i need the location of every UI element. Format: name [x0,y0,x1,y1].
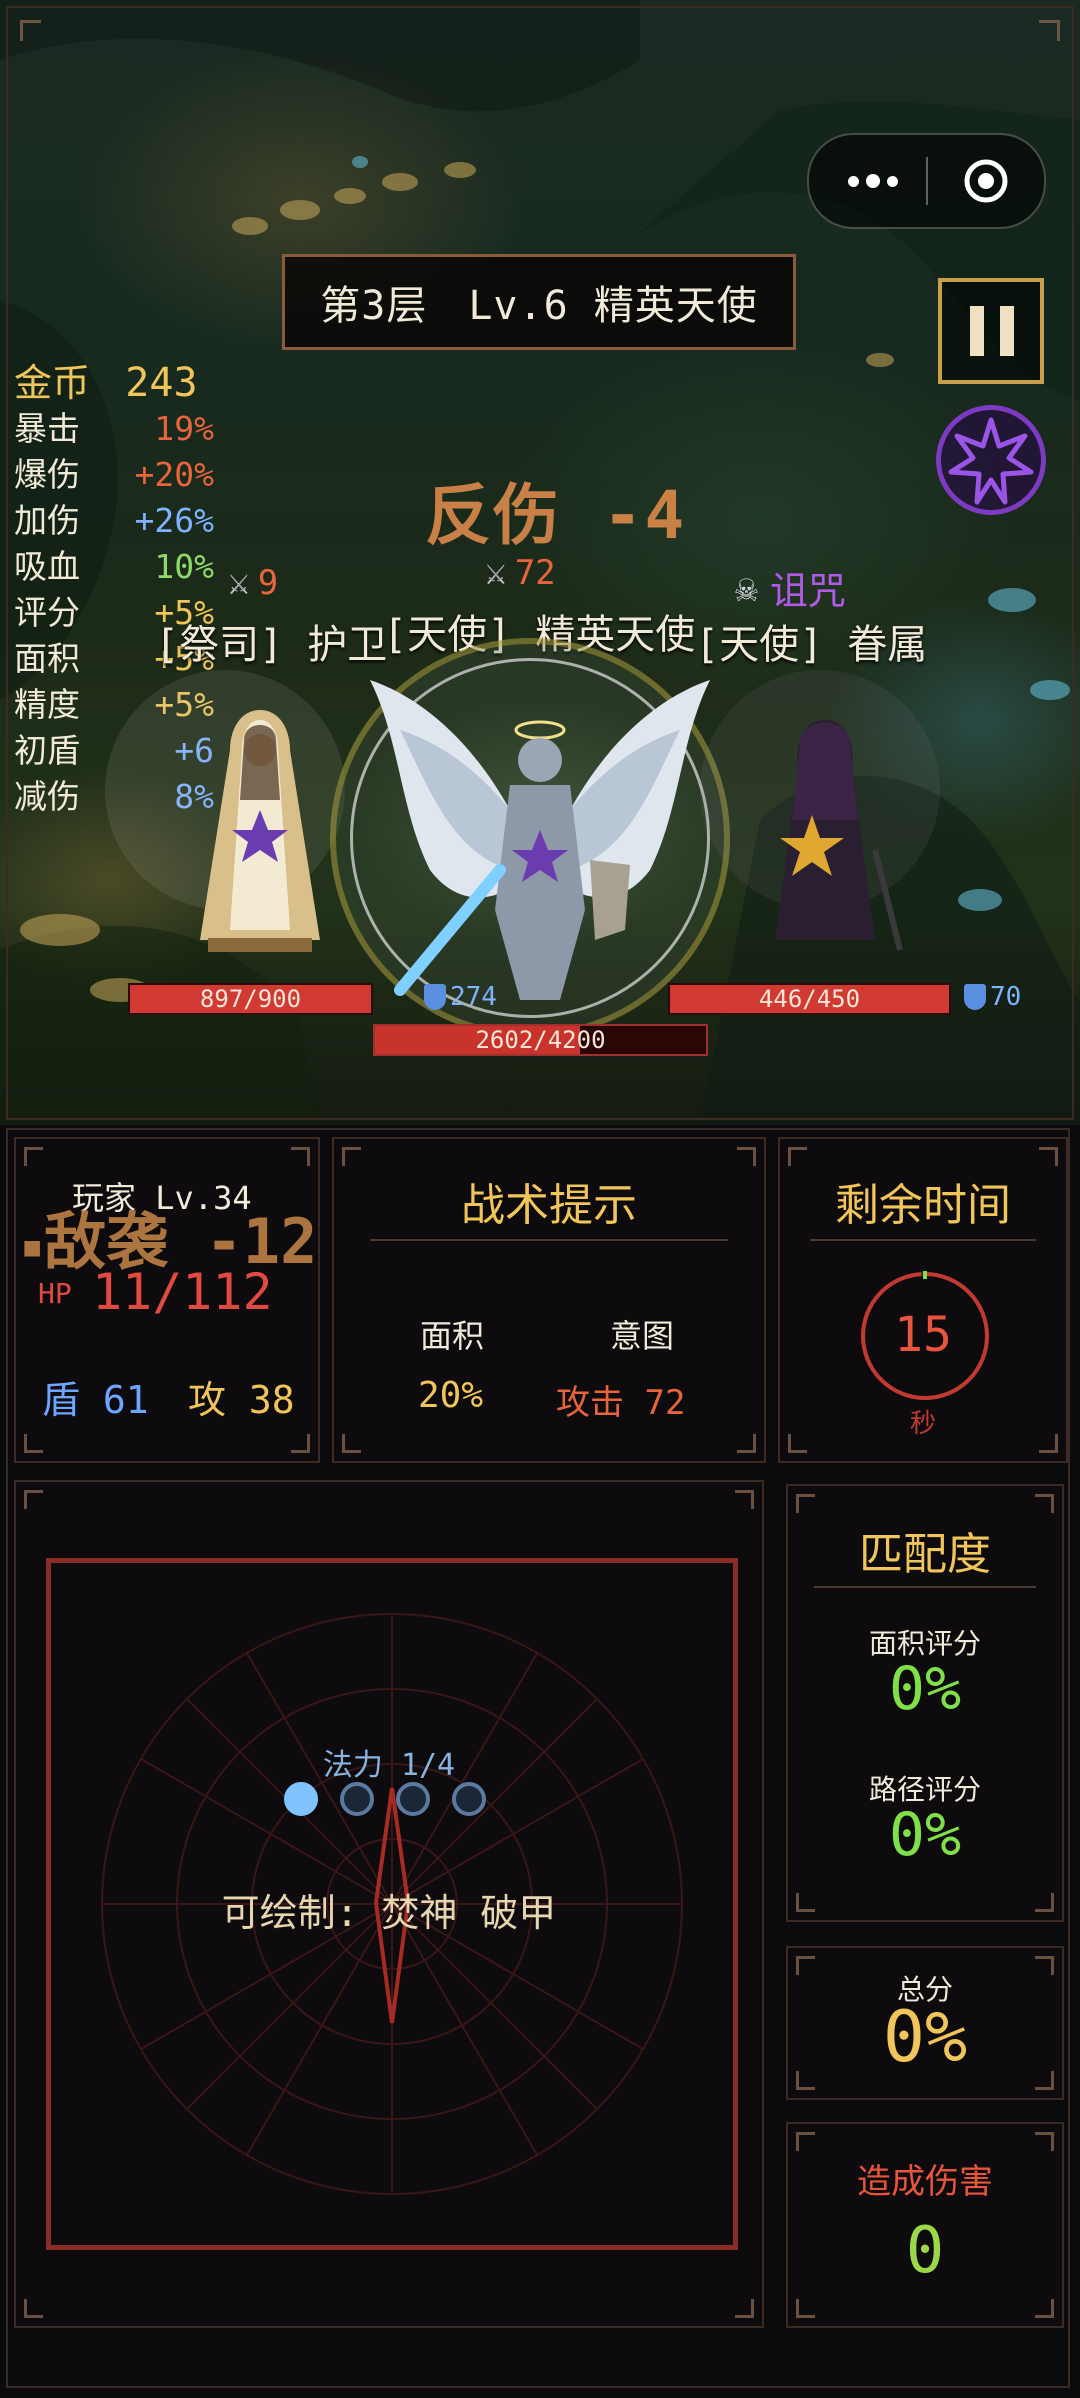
mana-orb [396,1782,430,1816]
enemy-1-attack-value: 9 [257,562,279,603]
enemy-1-hp-bar: 897/900 [128,983,373,1015]
tactics-panel: 战术提示 面积 20% 意图 攻击 72 [332,1137,766,1463]
elite-angel-sprite[interactable] [360,660,720,1020]
enemy-1-attack: ⚔ 9 [228,562,278,603]
timer-title: 剩余时间 [835,1180,1011,1231]
enemy-3-hp-bar: 446/450 [668,983,951,1015]
enemy-2-attack-value: 72 [514,552,556,593]
stat-label: 加伤 [14,501,80,540]
stat-row: 爆伤 +20% [14,452,214,498]
floor-banner: 第3层 Lv.6 精英天使 [282,254,796,350]
damage-value: 0 [905,2214,945,2288]
enemy-1-hp-text: 897/900 [199,985,302,1013]
damage-panel: 造成伤害 0 [786,2122,1064,2328]
shield-icon [964,984,986,1010]
shield-value: 61 [102,1378,149,1422]
intent-label: 意图 [610,1317,675,1355]
match-title: 匹配度 [859,1529,991,1580]
stat-label: 吸血 [14,547,80,586]
floor-banner-text: 第3层 Lv.6 精英天使 [320,283,758,329]
more-menu-button[interactable] [843,159,903,203]
intent-value: 攻击 72 [556,1383,686,1423]
player-hp-value: 11/112 [92,1263,273,1321]
stat-value: 10% [154,547,214,586]
enemy-3-status-text: 诅咒 [769,569,846,613]
damage-label: 造成伤害 [857,2162,993,2202]
shield-label: 盾 [42,1378,81,1422]
star-icon [948,417,1034,505]
enemy-2-hp-bar: 2602/4200 [373,1024,708,1056]
mana-label: 法力 1/4 [322,1748,456,1783]
timer-seconds: 15 [894,1307,952,1363]
drawable-skills: 可绘制: 焚神 破甲 [221,1891,557,1935]
area-value: 20% [418,1375,484,1416]
player-panel: 玩家 Lv.34 ▪敌袭 -12 HP 11/112 盾 61 攻 38 [14,1137,320,1463]
stat-row: 加伤 +26% [14,498,214,544]
miniprogram-capsule [807,133,1046,229]
draw-panel: 法力 1/4 可绘制: 焚神 破甲 [14,1480,764,2328]
stat-label: 初盾 [14,731,80,770]
tactics-title: 战术提示 [461,1180,637,1231]
hp-label: HP [38,1277,72,1310]
match-panel: 匹配度 面积评分 0% 路径评分 0% [786,1484,1064,1922]
enemy-3-name: [天使] 眷属 [695,622,928,668]
total-value: 0% [882,1996,968,2078]
stat-row: 暴击 19% [14,406,214,452]
stat-value: +20% [134,455,214,494]
mana-orbs [284,1782,486,1816]
enemy-1-shield: 274 [424,982,497,1012]
total-panel: 总分 0% [786,1946,1064,2100]
path-score-value: 0% [888,1800,962,1870]
stat-row: 吸血 10% [14,544,214,590]
enemy-3-status: ☠ 诅咒 [735,560,846,615]
stat-value: 19% [154,409,214,448]
star-skill-button[interactable] [936,405,1046,515]
stat-value: +26% [134,501,214,540]
sword-icon: ⚔ [485,552,507,593]
battle-scene: 第3层 Lv.6 精英天使 金币 243 暴击 19% 爆伤 +20% 加伤 +26% 吸血… [0,0,1080,1125]
skull-icon: ☠ [735,565,758,610]
stat-label: 暴击 [14,409,80,448]
attack-value: 38 [248,1378,295,1422]
enemy-2-attack: ⚔ 72 [485,552,556,593]
stat-label: 评分 [14,593,80,632]
area-score-value: 0% [888,1654,962,1724]
gold-label: 金币 [14,361,91,405]
enemy-2-hp-text: 2602/4200 [475,1026,606,1054]
enemy-1-shield-value: 274 [450,982,497,1012]
stat-label: 爆伤 [14,455,80,494]
priest-guard-sprite[interactable] [160,690,360,980]
attack-label: 攻 [188,1378,227,1422]
reflect-damage-text: 反伤 -4 [425,477,687,554]
minion-sprite[interactable] [740,700,910,970]
player-attack: 攻 38 [188,1369,295,1424]
stat-label: 面积 [14,639,80,678]
player-shield: 盾 61 [42,1369,149,1424]
area-label: 面积 [420,1317,485,1355]
mana-orb [340,1782,374,1816]
sword-icon: ⚔ [228,562,250,603]
enemy-3-shield-value: 70 [990,982,1022,1012]
timer-unit: 秒 [909,1409,936,1439]
frame-corner [20,20,41,41]
close-target-icon[interactable] [962,157,1010,205]
mana-orb [284,1782,318,1816]
timer-panel: 剩余时间 15 秒 [778,1137,1068,1463]
enemy-1-name: [祭司] 护卫 [155,622,388,668]
enemy-3-hp-text: 446/450 [758,985,861,1013]
mana-orb [452,1782,486,1816]
frame-corner [1039,20,1060,41]
pause-button[interactable] [938,278,1044,384]
shield-icon [424,984,446,1010]
enemy-3-shield: 70 [964,982,1021,1012]
gold-row: 金币 243 [14,360,214,406]
stat-label: 精度 [14,685,80,724]
gold-value: 243 [125,360,198,406]
